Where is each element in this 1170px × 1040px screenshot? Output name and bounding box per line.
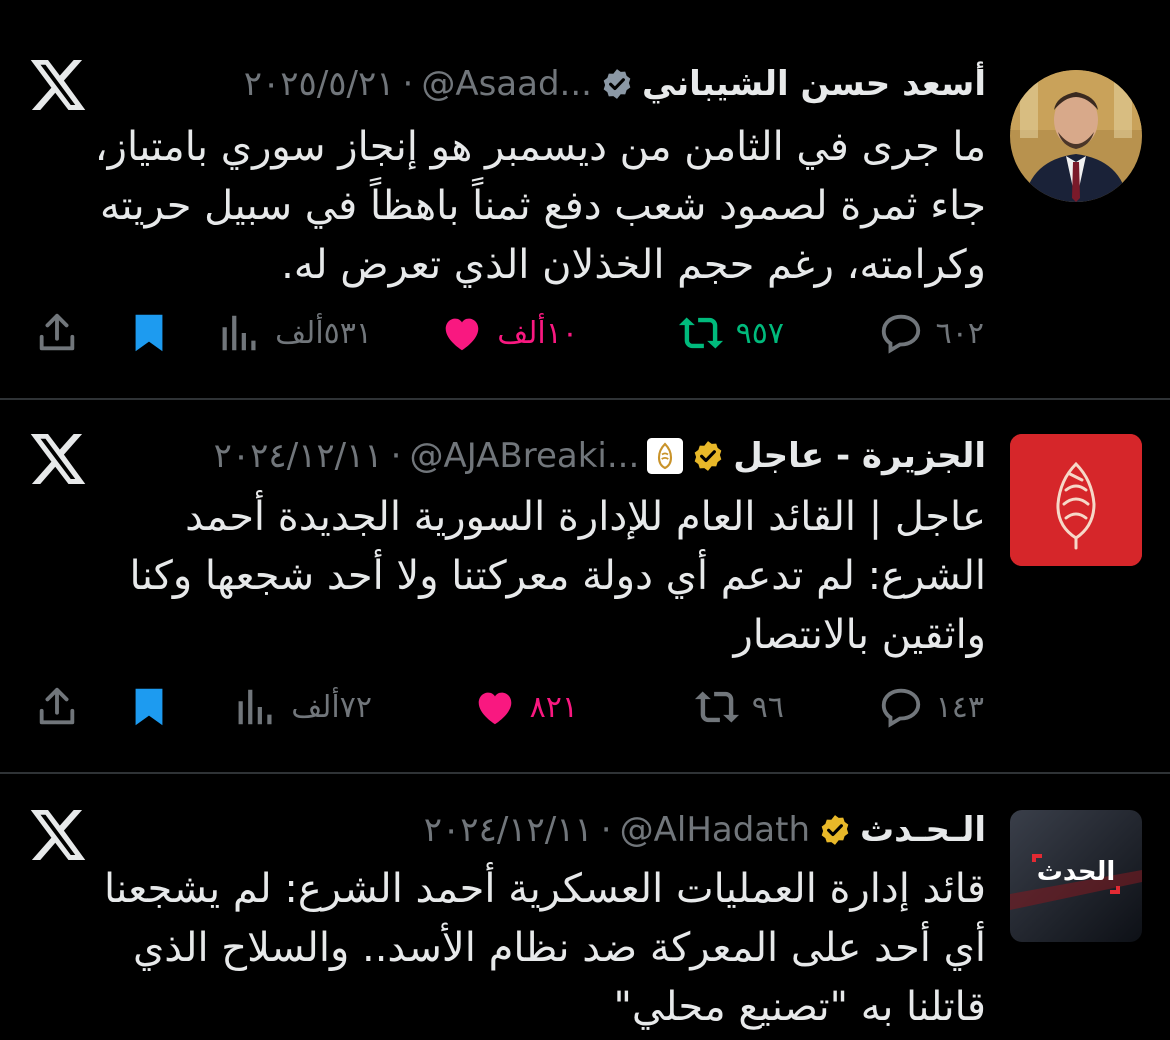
heart-icon [478, 692, 511, 725]
repost-count: ٩٥٧ [735, 315, 784, 351]
avatar[interactable] [1010, 70, 1142, 202]
share-icon [39, 687, 75, 725]
reply-count: ٦٠٢ [935, 315, 984, 351]
views-count: ٧٢ألف [291, 689, 372, 725]
bookmark-button[interactable] [126, 682, 172, 732]
author-name[interactable]: الـحـدث [860, 810, 986, 850]
repost-icon [694, 691, 739, 723]
author-handle[interactable]: @Asaad... [421, 64, 592, 104]
bookmark-icon [135, 314, 163, 352]
x-logo-icon [30, 810, 86, 860]
views-button[interactable]: ٧٢ألف [233, 682, 372, 732]
meta-separator: · [600, 810, 612, 850]
action-bar: ٦٠٢ ٩٥٧ ١٠ألف ٥٣١ألف [0, 308, 1170, 358]
reply-count: ١٤٣ [935, 689, 984, 725]
meta-separator: · [402, 64, 414, 104]
tweet-date[interactable]: ٢٠٢٤/١٢/١١ [214, 436, 383, 476]
author-handle[interactable]: @AlHadath [620, 810, 810, 850]
repost-button[interactable]: ٩٥٧ [678, 308, 784, 358]
tweet-text: عاجل | القائد العام للإدارة السورية الجد… [129, 494, 986, 658]
meta-separator: · [390, 436, 402, 476]
tweet-feed: أسعد حسن الشيباني @Asaad... · ٢٠٢٥/٥/٢١ … [0, 0, 1170, 1040]
x-logo-icon [30, 60, 86, 110]
tweet-header: الجزيرة - عاجل @AJABreaki... · ٢٠٢٤/١٢/١… [214, 430, 986, 482]
views-chart-icon [222, 315, 256, 351]
tweet-header: أسعد حسن الشيباني @Asaad... · ٢٠٢٥/٥/٢١ [244, 58, 986, 110]
repost-count: ٩٦ [751, 689, 784, 725]
verified-badge-icon [603, 69, 631, 99]
like-count: ١٠ألف [497, 315, 578, 351]
reply-icon [881, 314, 920, 354]
heart-icon [445, 318, 479, 351]
reply-icon [881, 688, 920, 728]
author-name[interactable]: الجزيرة - عاجل [733, 436, 986, 476]
author-handle[interactable]: @AJABreaki... [409, 436, 639, 476]
tweet-divider [0, 398, 1170, 400]
x-logo-icon [30, 434, 86, 484]
like-button[interactable]: ١٠ألف [439, 308, 578, 358]
repost-button[interactable]: ٩٦ [694, 682, 784, 732]
views-count: ٥٣١ألف [275, 315, 372, 351]
verified-badge-icon [821, 815, 849, 845]
bookmark-icon [135, 688, 163, 726]
like-count: ٨٢١ [529, 689, 578, 725]
reply-button[interactable]: ١٤٣ [878, 682, 984, 732]
reply-button[interactable]: ٦٠٢ [878, 308, 984, 358]
tweet-date[interactable]: ٢٠٢٥/٥/٢١ [244, 64, 395, 104]
source-affiliate-logo-icon [647, 438, 684, 474]
bookmark-button[interactable] [126, 308, 172, 358]
tweet-header: الـحـدث @AlHadath · ٢٠٢٤/١٢/١١ [424, 804, 986, 856]
avatar[interactable] [1010, 434, 1142, 566]
tweet-text: ما جرى في الثامن من ديسمبر هو إنجاز سوري… [94, 124, 986, 288]
author-name[interactable]: أسعد حسن الشيباني [642, 64, 986, 104]
repost-icon [678, 317, 723, 349]
tweet-date[interactable]: ٢٠٢٤/١٢/١١ [424, 810, 593, 850]
tweet-text: قائد إدارة العمليات العسكرية أحمد الشرع:… [103, 866, 986, 1030]
avatar[interactable]: الحدث [1010, 810, 1142, 942]
tweet-divider [0, 772, 1170, 774]
views-button[interactable]: ٥٣١ألف [217, 308, 372, 358]
action-bar: ١٤٣ ٩٦ ٨٢١ ٧٢ألف [0, 682, 1170, 732]
share-button[interactable] [34, 308, 80, 358]
verified-badge-icon [694, 441, 722, 471]
views-chart-icon [238, 689, 272, 725]
share-icon [39, 313, 75, 351]
share-button[interactable] [34, 682, 80, 732]
avatar-logo-text: الحدث [1037, 857, 1116, 887]
like-button[interactable]: ٨٢١ [472, 682, 578, 732]
